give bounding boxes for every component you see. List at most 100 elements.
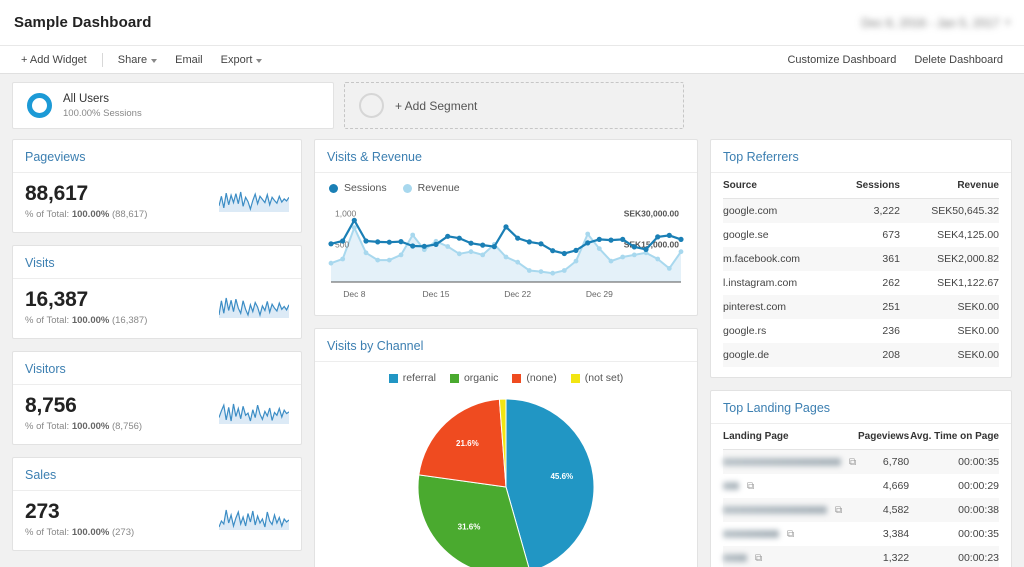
scorecard-percent-of-total: % of Total: 100.00% (88,617) (25, 209, 148, 220)
export-button[interactable]: Export (212, 51, 272, 69)
legend-item-notset[interactable]: (not set) (570, 372, 623, 384)
line-chart-area[interactable]: 500 1,000 SEK15,000.00 SEK30,000.00 Dec 8 Dec… (315, 196, 697, 315)
redacted-url (723, 530, 779, 538)
referrer-revenue: SEK1,122.67 (937, 277, 999, 289)
landing-page-pageviews: 4,582 (882, 504, 910, 516)
delete-dashboard-button[interactable]: Delete Dashboard (905, 51, 1012, 69)
table-row[interactable]: google.se 673 SEK4,125.00 (723, 223, 999, 247)
legend-item-none[interactable]: (none) (512, 372, 557, 384)
external-link-icon[interactable]: ⧉ (787, 529, 794, 540)
referrer-source: google.de (723, 349, 770, 361)
svg-text:Dec 15: Dec 15 (423, 289, 450, 299)
page-title: Sample Dashboard (14, 14, 152, 31)
external-link-icon[interactable]: ⧉ (849, 457, 856, 468)
scorecard-sparkline (218, 400, 290, 427)
svg-text:SEK30,000.00: SEK30,000.00 (624, 208, 680, 218)
add-widget-label: + Add Widget (21, 53, 87, 66)
landing-page-avg-time: 00:00:35 (958, 528, 999, 540)
legend-item-referral[interactable]: referral (388, 372, 436, 384)
column-header[interactable]: Avg. Time on Page (909, 424, 999, 450)
add-widget-button[interactable]: + Add Widget (12, 51, 96, 69)
scorecard-sparkline (218, 188, 290, 215)
legend-label: referral (402, 372, 436, 384)
svg-text:45.6%: 45.6% (550, 472, 573, 481)
date-range-picker[interactable]: Dec 6, 2016 - Jan 5, 2017 ▾ (861, 16, 1010, 30)
share-button[interactable]: Share (109, 51, 166, 69)
table-row[interactable]: m.facebook.com 361 SEK2,000.82 (723, 247, 999, 271)
legend-dot-icon (329, 183, 338, 193)
legend-label: organic (463, 372, 499, 384)
column-header[interactable]: Pageviews (857, 424, 910, 450)
empty-circle-icon (359, 93, 384, 118)
chart-column: Visits & Revenue Sessions Revenue 500 1,00… (314, 139, 698, 567)
column-header[interactable]: Source (723, 173, 836, 199)
svg-text:Dec 29: Dec 29 (586, 289, 613, 299)
referrer-revenue: SEK50,645.32 (931, 205, 999, 217)
table-row[interactable]: l.instagram.com 262 SEK1,122.67 (723, 271, 999, 295)
pie-chart-legend: referral organic (none) (not set) (315, 362, 697, 388)
svg-text:Dec 22: Dec 22 (504, 289, 531, 299)
app-header: Sample Dashboard Dec 6, 2016 - Jan 5, 20… (0, 0, 1024, 46)
email-button[interactable]: Email (166, 51, 212, 69)
landing-page-url: ⧉ (723, 522, 857, 546)
referrer-source: m.facebook.com (723, 253, 801, 265)
widget-visits-by-channel: Visits by Channel referral organic (none) (… (314, 328, 698, 567)
referrer-revenue: SEK0.00 (957, 301, 999, 313)
legend-item-revenue[interactable]: Revenue (402, 182, 460, 194)
referrer-source: google.com (723, 205, 778, 217)
segment-all-users[interactable]: All Users 100.00% Sessions (12, 82, 334, 129)
redacted-url (723, 458, 841, 466)
referrer-source: google.se (723, 229, 769, 241)
table-row[interactable]: google.com 3,222 SEK50,645.32 (723, 198, 999, 223)
table-row[interactable]: ⧉ 4,582 00:00:38 (723, 498, 999, 522)
line-chart-legend: Sessions Revenue (315, 173, 697, 196)
legend-swatch-icon (570, 373, 580, 383)
referrer-revenue: SEK0.00 (957, 325, 999, 337)
referrer-revenue: SEK2,000.82 (937, 253, 999, 265)
export-label: Export (220, 53, 253, 66)
widget-title: Sales (13, 458, 301, 491)
legend-swatch-icon (512, 373, 522, 383)
scorecard-body: 8,756 % of Total: 100.00% (8,756) (13, 385, 301, 444)
landing-page-url: ⧉ (723, 474, 857, 498)
referrer-source: google.rs (723, 325, 767, 337)
external-link-icon[interactable]: ⧉ (755, 553, 762, 564)
scorecard-body: 273 % of Total: 100.00% (273) (13, 491, 301, 550)
scorecard-value: 273 (25, 500, 60, 523)
external-link-icon[interactable]: ⧉ (835, 505, 842, 516)
pie-chart-area[interactable]: 45.6% 31.6% 21.6% (315, 388, 697, 567)
chevron-down-icon: ▾ (1005, 17, 1010, 27)
table-row[interactable]: ⧉ 6,780 00:00:35 (723, 449, 999, 474)
referrer-sessions: 361 (882, 253, 900, 265)
legend-label: Sessions (344, 182, 387, 194)
add-segment-button[interactable]: + Add Segment (344, 82, 684, 129)
landing-page-pageviews: 4,669 (882, 480, 910, 492)
legend-swatch-icon (388, 373, 398, 383)
external-link-icon[interactable]: ⧉ (747, 481, 754, 492)
table-row[interactable]: google.de 208 SEK0.00 (723, 343, 999, 367)
legend-item-sessions[interactable]: Sessions (329, 182, 387, 194)
column-header[interactable]: Landing Page (723, 424, 858, 450)
chevron-down-icon (151, 58, 158, 63)
widget-grid: Pageviews 88,617 % of Total: 100.00% (88,6… (0, 139, 1024, 567)
customize-dashboard-button[interactable]: Customize Dashboard (778, 51, 905, 69)
segment-subtitle: 100.00% Sessions (63, 107, 142, 119)
widget-title: Visitors (13, 352, 301, 385)
column-header[interactable]: Revenue (899, 173, 999, 199)
legend-item-organic[interactable]: organic (449, 372, 499, 384)
table-row[interactable]: google.rs 236 SEK0.00 (723, 319, 999, 343)
landing-page-avg-time: 00:00:35 (958, 456, 999, 468)
widget-title: Top Landing Pages (711, 391, 1011, 424)
table-row[interactable]: ⧉ 4,669 00:00:29 (723, 474, 999, 498)
landing-page-avg-time: 00:00:29 (958, 480, 999, 492)
widget-title: Pageviews (13, 140, 301, 173)
widget-top-landing-pages: Top Landing Pages Landing Page Pageviews A… (710, 390, 1012, 567)
table-row[interactable]: ⧉ 3,384 00:00:35 (723, 522, 999, 546)
widget-top-referrers: Top Referrers Source Sessions Revenue goog… (710, 139, 1012, 378)
segment-donut-icon (27, 93, 52, 118)
table-row[interactable]: pinterest.com 251 SEK0.00 (723, 295, 999, 319)
table-row[interactable]: ⧉ 1,322 00:00:23 (723, 546, 999, 567)
column-header[interactable]: Sessions (835, 173, 900, 199)
scorecard-value: 88,617 (25, 182, 89, 205)
svg-text:31.6%: 31.6% (458, 523, 481, 532)
